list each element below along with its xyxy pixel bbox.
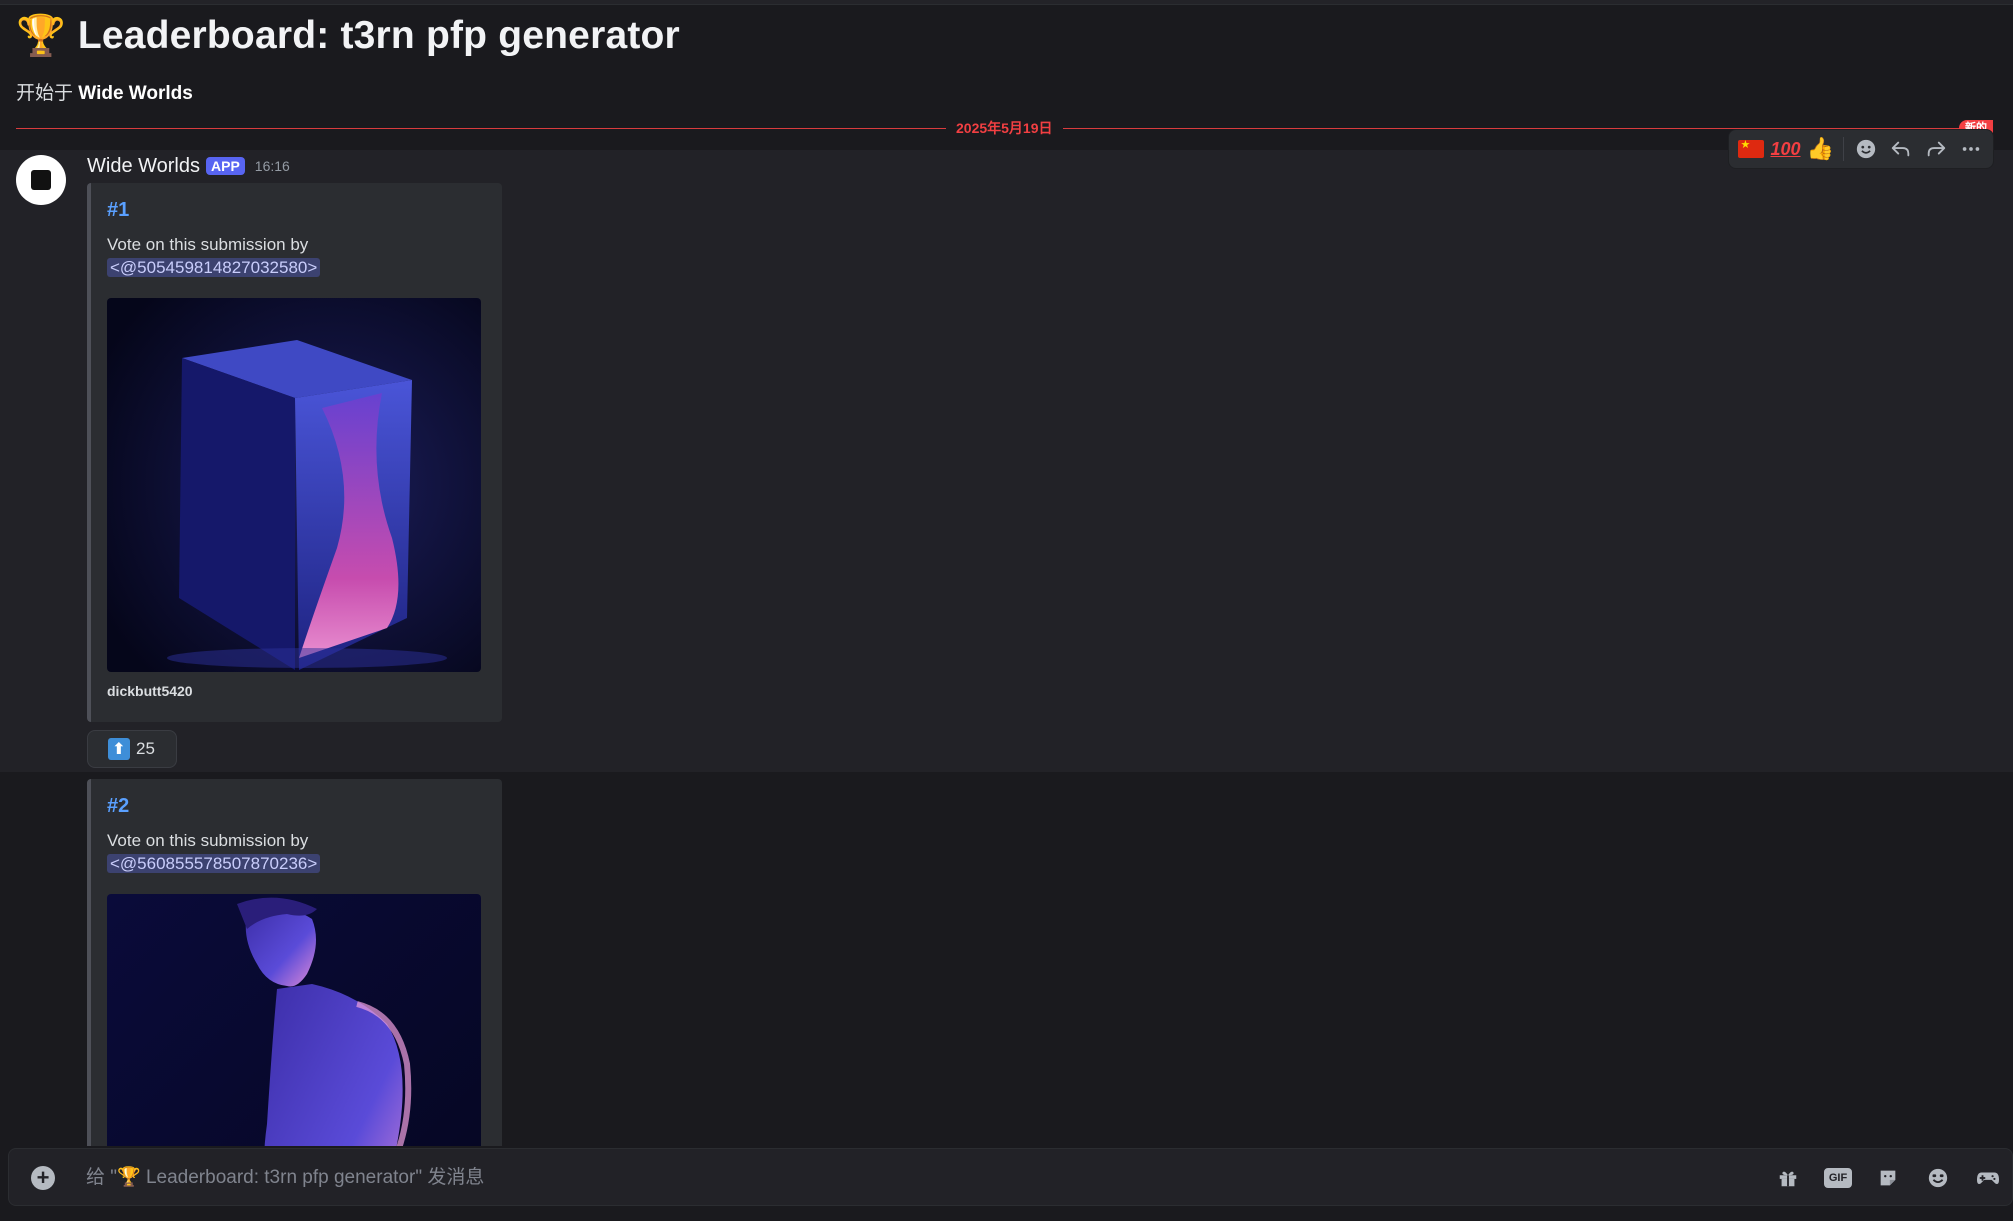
- flag-china-icon[interactable]: [1735, 133, 1766, 165]
- flag-china-glyph: [1737, 138, 1764, 158]
- message-input[interactable]: 给 "🏆 Leaderboard: t3rn pfp generator" 发消…: [86, 1166, 484, 1190]
- gif-label: GIF: [1823, 1168, 1853, 1188]
- forward-icon[interactable]: [1921, 133, 1952, 165]
- action-separator: [1843, 137, 1844, 161]
- avatar[interactable]: [16, 155, 66, 205]
- embed-description: Vote on this submission by <@50545981482…: [107, 233, 487, 279]
- embed-title[interactable]: #2: [107, 795, 129, 818]
- emoji-icon[interactable]: [1922, 1162, 1954, 1194]
- author-name[interactable]: Wide Worlds: [87, 155, 200, 178]
- message-timestamp[interactable]: 16:16: [255, 158, 290, 174]
- hundred-glyph: 100: [1770, 138, 1801, 159]
- thumbs-up-icon[interactable]: 👍: [1805, 133, 1836, 165]
- add-reaction-icon[interactable]: [1851, 133, 1882, 165]
- composer-area: + 给 "🏆 Leaderboard: t3rn pfp generator" …: [0, 1146, 2013, 1221]
- page-title: Leaderboard: t3rn pfp generator: [77, 14, 680, 57]
- embed-desc-text: Vote on this submission by: [107, 235, 309, 254]
- trophy-icon: 🏆: [16, 14, 66, 58]
- more-icon[interactable]: [1956, 133, 1987, 165]
- subtitle-prefix: 开始于: [16, 83, 74, 104]
- composer-toolbar: GIF: [1772, 1162, 2004, 1194]
- subtitle-author[interactable]: Wide Worlds: [78, 83, 193, 104]
- divider-date: 2025年5月19日: [946, 119, 1063, 137]
- gif-icon[interactable]: GIF: [1822, 1162, 1854, 1194]
- date-divider: 2025年5月19日 新的: [16, 118, 1993, 138]
- embed-footer: dickbutt5420: [107, 683, 193, 699]
- apps-icon[interactable]: [1972, 1162, 2004, 1194]
- embed-title[interactable]: #1: [107, 199, 129, 222]
- submission-embed: #1 Vote on this submission by <@50545981…: [87, 183, 502, 722]
- gift-icon[interactable]: [1772, 1162, 1804, 1194]
- channel-subtitle: 开始于 Wide Worlds: [16, 78, 1996, 104]
- avatar-mark: [31, 170, 51, 190]
- reaction-count: 25: [136, 739, 155, 758]
- message-composer[interactable]: + 给 "🏆 Leaderboard: t3rn pfp generator" …: [8, 1148, 2013, 1206]
- app-badge: APP: [206, 157, 245, 175]
- user-mention[interactable]: <@560855578507870236>: [107, 854, 321, 873]
- upvote-reaction[interactable]: ⬆ 25: [87, 730, 177, 768]
- top-border: [0, 0, 2013, 5]
- up-arrow-icon: ⬆: [108, 738, 130, 760]
- channel-header: 🏆 Leaderboard: t3rn pfp generator 开始于 Wi…: [16, 14, 1996, 104]
- embed-description: Vote on this submission by <@56085557850…: [107, 829, 487, 875]
- add-attachment-icon[interactable]: +: [31, 1166, 55, 1190]
- sticker-icon[interactable]: [1872, 1162, 1904, 1194]
- hundred-icon[interactable]: 100: [1770, 133, 1801, 165]
- reply-icon[interactable]: [1886, 133, 1917, 165]
- message-header: Wide Worlds APP 16:16: [87, 154, 290, 178]
- submission-image[interactable]: [107, 298, 481, 672]
- message-action-bar: 100 👍: [1728, 129, 1994, 169]
- title-row: 🏆 Leaderboard: t3rn pfp generator: [16, 14, 1996, 58]
- user-mention[interactable]: <@505459814827032580>: [107, 258, 321, 277]
- embed-desc-text: Vote on this submission by: [107, 831, 309, 850]
